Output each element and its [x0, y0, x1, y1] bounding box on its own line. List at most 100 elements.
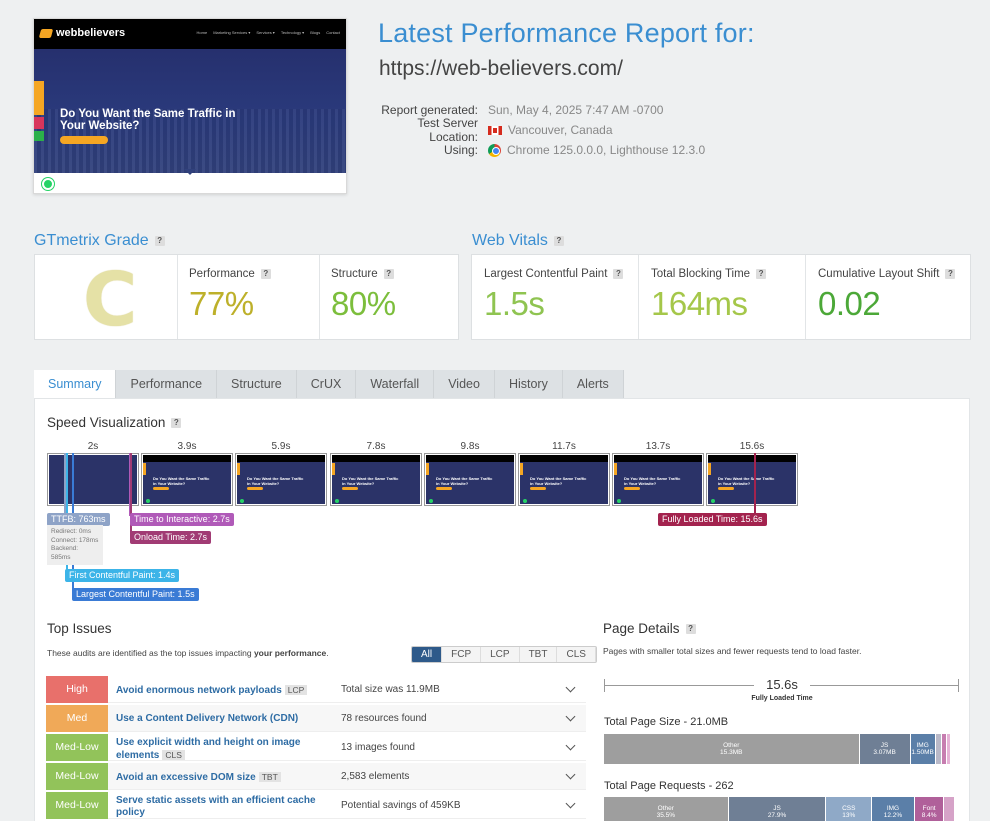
- browser-info: Chrome 125.0.0.0, Lighthouse 12.3.0: [507, 143, 706, 157]
- help-icon[interactable]: ?: [685, 623, 696, 634]
- issue-row[interactable]: Med Use a Content Delivery Network (CDN) 7…: [46, 705, 586, 732]
- screenshot-hero: Do You Want the Same Traffic in Your Web…: [34, 49, 346, 173]
- whatsapp-icon: [240, 499, 244, 503]
- chevron-down-icon[interactable]: [565, 740, 576, 751]
- bar-segment[interactable]: IMG 12.2%: [872, 797, 915, 821]
- help-icon[interactable]: ?: [383, 269, 394, 279]
- filter-tbt[interactable]: TBT: [519, 647, 558, 662]
- bar-segment[interactable]: [947, 734, 952, 764]
- frame-caption: Do You Want the Same Traffic in Your Web…: [247, 476, 304, 486]
- frame-time: 3.9s: [177, 441, 197, 452]
- whatsapp-icon: [42, 178, 54, 190]
- issue-filter: All FCP LCP TBT CLS: [411, 646, 597, 663]
- issue-row[interactable]: Med-Low Avoid an excessive DOM size TBT 2,5…: [46, 763, 586, 790]
- tab-crux[interactable]: CrUX: [296, 370, 357, 398]
- filmstrip-frame[interactable]: Do You Want the Same Traffic in Your Web…: [330, 453, 422, 506]
- fully-loaded-value: 15.6s: [766, 677, 798, 692]
- issue-row[interactable]: Med-Low Use explicit width and height on …: [46, 734, 586, 761]
- bar-segment[interactable]: CSS 13%: [826, 797, 873, 821]
- gtmetrix-grade-title: GTmetrix Grade ?: [34, 232, 165, 250]
- issue-name[interactable]: Avoid enormous network payloads LCP: [116, 684, 326, 697]
- report-tabs: Summary Performance Structure CrUX Water…: [34, 370, 624, 398]
- screenshot-logo: webbelievers: [38, 27, 125, 39]
- bar-segment[interactable]: IMG 1.50MB: [910, 734, 936, 764]
- bar-segment[interactable]: JS 27.9%: [728, 797, 827, 821]
- cls-metric: Cumulative Layout Shift? 0.02: [806, 255, 972, 339]
- page-screenshot: webbelievers Home Marketing Services ▾ S…: [33, 18, 347, 194]
- lcp-marker: Largest Contentful Paint: 1.5s: [72, 588, 199, 601]
- bar-segment[interactable]: JS 3.07MB: [859, 734, 911, 764]
- grade-letter: C: [83, 257, 138, 343]
- speed-visualization-title: Speed Visualization ?: [47, 415, 182, 430]
- tab-alerts[interactable]: Alerts: [562, 370, 624, 398]
- help-icon[interactable]: ?: [553, 236, 564, 246]
- help-icon[interactable]: ?: [171, 417, 182, 428]
- filter-lcp[interactable]: LCP: [481, 647, 520, 662]
- help-icon[interactable]: ?: [260, 269, 271, 279]
- page-details-description: Pages with smaller total sizes and fewer…: [603, 646, 862, 656]
- help-icon[interactable]: ?: [756, 269, 767, 279]
- filter-cls[interactable]: CLS: [557, 647, 596, 662]
- filmstrip-frame[interactable]: Do You Want the Same Traffic in Your Web…: [706, 453, 798, 506]
- onload-marker: Onload Time: 2.7s: [130, 531, 212, 544]
- report-date: Sun, May 4, 2025 7:47 AM -0700: [488, 103, 664, 117]
- chevron-down-icon[interactable]: [565, 769, 576, 780]
- whatsapp-icon: [429, 499, 433, 503]
- bar-segment[interactable]: [944, 797, 955, 821]
- page-size-bar: Other 15.3MB JS 3.07MB IMG 1.50MB: [604, 734, 955, 764]
- filter-all[interactable]: All: [412, 647, 443, 662]
- issue-name[interactable]: Use explicit width and height on image e…: [116, 737, 326, 762]
- frame-time: 5.9s: [271, 441, 291, 452]
- bar-segment[interactable]: Other 35.5%: [604, 797, 729, 821]
- frame-time: 11.7s: [552, 441, 576, 452]
- tab-summary[interactable]: Summary: [34, 370, 117, 398]
- screenshot-navbar: webbelievers Home Marketing Services ▾ S…: [34, 19, 346, 49]
- whatsapp-icon: [523, 499, 527, 503]
- filmstrip-frame[interactable]: Do You Want the Same Traffic in Your Web…: [424, 453, 516, 506]
- bar-segment[interactable]: Font 8.4%: [914, 797, 945, 821]
- filmstrip-frame[interactable]: Do You Want the Same Traffic in Your Web…: [141, 453, 233, 506]
- caret-icon: [184, 169, 196, 175]
- page-details-title: Page Details ?: [603, 621, 696, 636]
- report-title: Latest Performance Report for:: [378, 18, 755, 48]
- issue-row[interactable]: Med-Low Serve static assets with an effic…: [46, 792, 586, 819]
- filmstrip-frame[interactable]: Do You Want the Same Traffic in Your Web…: [612, 453, 704, 506]
- chrome-icon: [488, 143, 501, 157]
- issue-row[interactable]: High Avoid enormous network payloads LCP To…: [46, 676, 586, 703]
- bar-segment[interactable]: Other 15.3MB: [604, 734, 860, 764]
- ttfb-details: Redirect: 0ms Connect: 178ms Backend: 58…: [47, 525, 103, 565]
- filter-fcp[interactable]: FCP: [442, 647, 482, 662]
- tab-history[interactable]: History: [494, 370, 563, 398]
- filmstrip-frame[interactable]: Do You Want the Same Traffic in Your Web…: [235, 453, 327, 506]
- frame-caption: Do You Want the Same Traffic in Your Web…: [624, 476, 681, 486]
- severity-badge: Med-Low: [46, 792, 108, 819]
- issue-name[interactable]: Serve static assets with an efficient ca…: [116, 795, 326, 819]
- frame-caption: Do You Want the Same Traffic in Your Web…: [530, 476, 587, 486]
- page-requests-bar: Other 35.5% JS 27.9% CSS 13% IMG 12.2% Font 8.4%: [604, 797, 955, 821]
- top-issues-title: Top Issues: [47, 621, 112, 636]
- web-vitals-panel: Largest Contentful Paint? 1.5s Total Blo…: [471, 254, 971, 340]
- help-icon[interactable]: ?: [154, 236, 165, 246]
- tbt-metric: Total Blocking Time? 164ms: [639, 255, 805, 339]
- frame-time: 9.8s: [460, 441, 480, 452]
- issue-name[interactable]: Avoid an excessive DOM size TBT: [116, 771, 326, 784]
- severity-badge: Med-Low: [46, 763, 108, 790]
- chevron-down-icon[interactable]: [565, 711, 576, 722]
- whatsapp-icon: [711, 499, 715, 503]
- chevron-down-icon[interactable]: [565, 798, 576, 809]
- metric-badge: TBT: [258, 772, 281, 782]
- report-meta: Report generated: Sun, May 4, 2025 7:47 …: [381, 103, 706, 157]
- help-icon[interactable]: ?: [613, 269, 624, 279]
- frame-caption: Do You Want the Same Traffic in Your Web…: [342, 476, 399, 486]
- tab-waterfall[interactable]: Waterfall: [356, 370, 435, 398]
- filmstrip-frame[interactable]: Do You Want the Same Traffic in Your Web…: [518, 453, 610, 506]
- report-url[interactable]: https://web-believers.com/: [379, 57, 623, 81]
- help-icon[interactable]: ?: [945, 269, 956, 279]
- chevron-down-icon[interactable]: [565, 682, 576, 693]
- tab-performance[interactable]: Performance: [116, 370, 218, 398]
- filmstrip-frame[interactable]: [47, 453, 139, 506]
- tab-video[interactable]: Video: [434, 370, 495, 398]
- issue-name[interactable]: Use a Content Delivery Network (CDN): [116, 713, 326, 725]
- severity-badge: Med: [46, 705, 108, 732]
- tab-structure[interactable]: Structure: [217, 370, 297, 398]
